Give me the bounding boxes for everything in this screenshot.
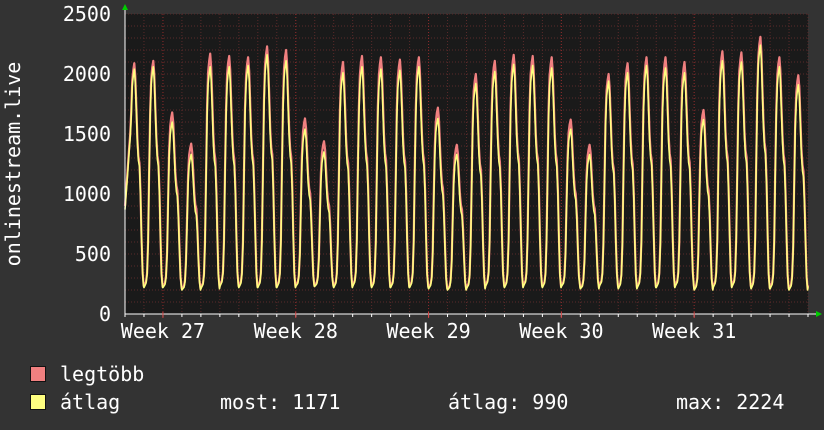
legend-swatch-max xyxy=(30,366,46,382)
x-tick-label: Week 28 xyxy=(254,319,338,343)
stat-max: max: 2224 xyxy=(676,390,785,414)
graph-frame: 0 500 1000 1500 2000 2500 Week 27 Week 28 Week … xyxy=(0,0,824,430)
y-axis-label: onlinestream.live xyxy=(1,62,25,267)
x-tick-label: Week 31 xyxy=(652,319,736,343)
y-axis-ticks: 0 500 1000 1500 2000 2500 xyxy=(63,2,111,326)
line-chart: 05001000150020002500 Week 27 Week 28 Week … xyxy=(1,2,822,343)
stat-average: átlag: 990 xyxy=(448,390,569,414)
legend-label-avg: átlag xyxy=(60,390,121,414)
x-tick-label: Week 30 xyxy=(519,319,603,343)
x-tick-label: Week 29 xyxy=(386,319,470,343)
legend-swatch-avg xyxy=(30,394,46,410)
x-axis-ticks: Week 27 Week 28 Week 29 Week 30 Week 31 xyxy=(121,319,737,343)
y-tick-label: 0 xyxy=(99,302,111,326)
stat-now: most: 1171 xyxy=(220,390,341,414)
y-tick-label: 1000 xyxy=(63,182,111,206)
y-tick-label: 2000 xyxy=(63,62,111,86)
y-tick-label: 500 xyxy=(75,242,111,266)
x-axis-arrow xyxy=(816,311,822,317)
y-axis-arrow xyxy=(122,4,128,10)
x-tick-label: Week 27 xyxy=(121,319,205,343)
y-tick-label: 2500 xyxy=(63,2,111,26)
y-tick-label: 1500 xyxy=(63,122,111,146)
legend-label-max: legtöbb xyxy=(60,362,145,386)
